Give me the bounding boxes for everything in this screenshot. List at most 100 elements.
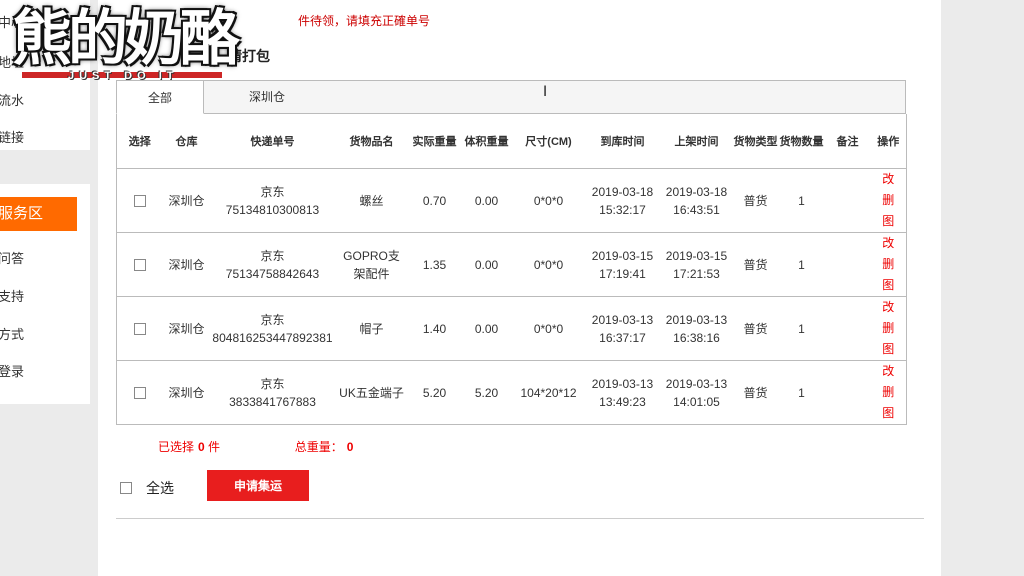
arrive-time: 17:19:41: [599, 266, 646, 281]
selected-unit: 件: [208, 440, 221, 454]
shelf-date: 2019-03-18: [665, 184, 728, 199]
header-volume-weight: 体积重量: [464, 136, 509, 148]
total-weight-label: 总重量：: [294, 440, 343, 454]
logo-title: 熊的奶酪: [12, 4, 240, 74]
delete-link[interactable]: 删: [871, 190, 907, 211]
cell-size: 104*20*12: [520, 385, 577, 400]
cell-goods-qty: 1: [798, 321, 805, 336]
sidebar: 中心 地址 流水 链接 服务区 问答 支持 方式 登录: [0, 0, 90, 576]
image-link[interactable]: 图: [871, 275, 907, 296]
arrive-time: 16:37:17: [599, 330, 646, 345]
cell-warehouse: 深圳仓: [168, 321, 205, 336]
image-link[interactable]: 图: [871, 403, 907, 424]
cell-warehouse: 深圳仓: [168, 193, 205, 208]
carrier-name: 京东: [260, 184, 285, 199]
shelf-time: 14:01:05: [673, 394, 720, 409]
logo-subtitle: JUST DO IT: [68, 70, 179, 82]
select-all-control[interactable]: 全选: [120, 478, 174, 498]
header-actions: 操作: [877, 136, 900, 148]
sidebar-item-link[interactable]: 链接: [0, 127, 24, 146]
goods-name-line1: GOPRO支: [343, 248, 400, 263]
select-all-checkbox[interactable]: [120, 482, 132, 494]
cell-goods-qty: 1: [798, 385, 805, 400]
shelf-time: 16:43:51: [673, 202, 720, 217]
select-all-label: 全选: [146, 480, 174, 496]
arrive-date: 2019-03-15: [591, 248, 654, 263]
cell-actual-weight: 1.40: [422, 321, 447, 336]
cell-note: [825, 169, 871, 233]
header-goods-qty: 货物数量: [779, 136, 824, 148]
header-goods-type: 货物类型: [733, 136, 778, 148]
cell-actions: 改 删 图: [871, 361, 907, 425]
selected-count: 0: [198, 440, 205, 454]
table-row: 深圳仓 京东 3833841767883 UK五金端子 5.20 5.20 104…: [116, 360, 907, 425]
edit-link[interactable]: 改: [871, 233, 907, 254]
table-row: 深圳仓 京东 75134758842643 GOPRO支 架配件 1.35 0.00…: [116, 232, 907, 297]
row-checkbox[interactable]: [133, 259, 146, 272]
delete-link[interactable]: 删: [871, 318, 907, 339]
cell-goods-type: 普货: [743, 385, 768, 400]
cell-tracking: 京东 804816253447892381: [211, 297, 335, 361]
notice-text: 件待领，请填充正確单号: [298, 14, 431, 28]
table-row: 深圳仓 京东 804816253447892381 帽子 1.40 0.00 0*…: [116, 296, 907, 361]
cell-goods-name: UK五金端子: [339, 385, 404, 400]
shelf-date: 2019-03-15: [665, 248, 728, 263]
cell-actual-weight: 1.35: [422, 257, 447, 272]
cell-note: [825, 361, 871, 425]
header-size: 尺寸(CM): [525, 136, 572, 148]
arrive-date: 2019-03-13: [591, 312, 654, 327]
service-area-heading: 服务区: [0, 197, 77, 231]
header-goods-name: 货物品名: [349, 136, 394, 148]
cell-size: 0*0*0: [533, 257, 564, 272]
cell-goods-name: 帽子: [359, 321, 384, 336]
cell-actions: 改 删 图: [871, 297, 907, 361]
delete-link[interactable]: 删: [871, 254, 907, 275]
arrive-time: 15:32:17: [599, 202, 646, 217]
selection-summary: 已选择 0 件 总重量： 0: [158, 438, 353, 455]
tracking-number: 3833841767883: [229, 394, 316, 409]
selected-label: 已选择: [158, 440, 195, 454]
apply-consolidation-button[interactable]: 申请集运: [207, 470, 309, 501]
cell-actual-weight: 0.70: [422, 193, 447, 208]
image-link[interactable]: 图: [871, 211, 907, 232]
carrier-name: 京东: [260, 312, 285, 327]
carrier-name: 京东: [260, 376, 285, 391]
arrive-time: 13:49:23: [599, 394, 646, 409]
cell-goods-type: 普货: [743, 193, 768, 208]
sidebar-item-flow[interactable]: 流水: [0, 90, 24, 109]
cell-tracking: 京东 3833841767883: [211, 361, 335, 425]
cell-goods-qty: 1: [798, 193, 805, 208]
cell-tracking: 京东 75134810300813: [211, 169, 335, 233]
image-link[interactable]: 图: [871, 339, 907, 360]
row-checkbox[interactable]: [133, 195, 146, 208]
edit-link[interactable]: 改: [871, 169, 907, 190]
sidebar-item-method[interactable]: 方式: [0, 324, 24, 343]
sidebar-item-qa[interactable]: 问答: [0, 248, 24, 267]
cell-tracking: 京东 75134758842643: [211, 233, 335, 297]
edit-link[interactable]: 改: [871, 297, 907, 318]
cell-note: [825, 233, 871, 297]
cell-arrive-time: 2019-03-15 17:19:41: [585, 233, 661, 297]
main-panel: 件待领，请填充正確单号 请打包 全部 深圳仓 Ⅰ 选择 仓库 快递单号 货物品名…: [98, 0, 941, 576]
channel-logo: 熊的奶酪 JUST DO IT: [8, 4, 248, 86]
delete-link[interactable]: 删: [871, 382, 907, 403]
cell-actions: 改 删 图: [871, 169, 907, 233]
row-checkbox[interactable]: [133, 323, 146, 336]
edit-link[interactable]: 改: [871, 361, 907, 382]
sidebar-item-support[interactable]: 支持: [0, 286, 24, 305]
header-select: 选择: [128, 136, 151, 148]
header-warehouse: 仓库: [175, 136, 198, 148]
tracking-number: 804816253447892381: [212, 330, 333, 345]
cell-shelf-time: 2019-03-13 16:38:16: [661, 297, 733, 361]
shelf-time: 17:21:53: [673, 266, 720, 281]
cell-warehouse: 深圳仓: [168, 385, 205, 400]
row-checkbox[interactable]: [133, 387, 146, 400]
goods-table: 选择 仓库 快递单号 货物品名 实际重量 体积重量 尺寸(CM) 到库时间 上架…: [116, 114, 907, 425]
shelf-date: 2019-03-13: [665, 312, 728, 327]
cell-shelf-time: 2019-03-13 14:01:05: [661, 361, 733, 425]
arrive-date: 2019-03-13: [591, 376, 654, 391]
header-tracking: 快递单号: [250, 136, 295, 148]
sidebar-item-login[interactable]: 登录: [0, 361, 24, 380]
cell-goods-type: 普货: [743, 321, 768, 336]
total-weight-value: 0: [346, 440, 354, 454]
